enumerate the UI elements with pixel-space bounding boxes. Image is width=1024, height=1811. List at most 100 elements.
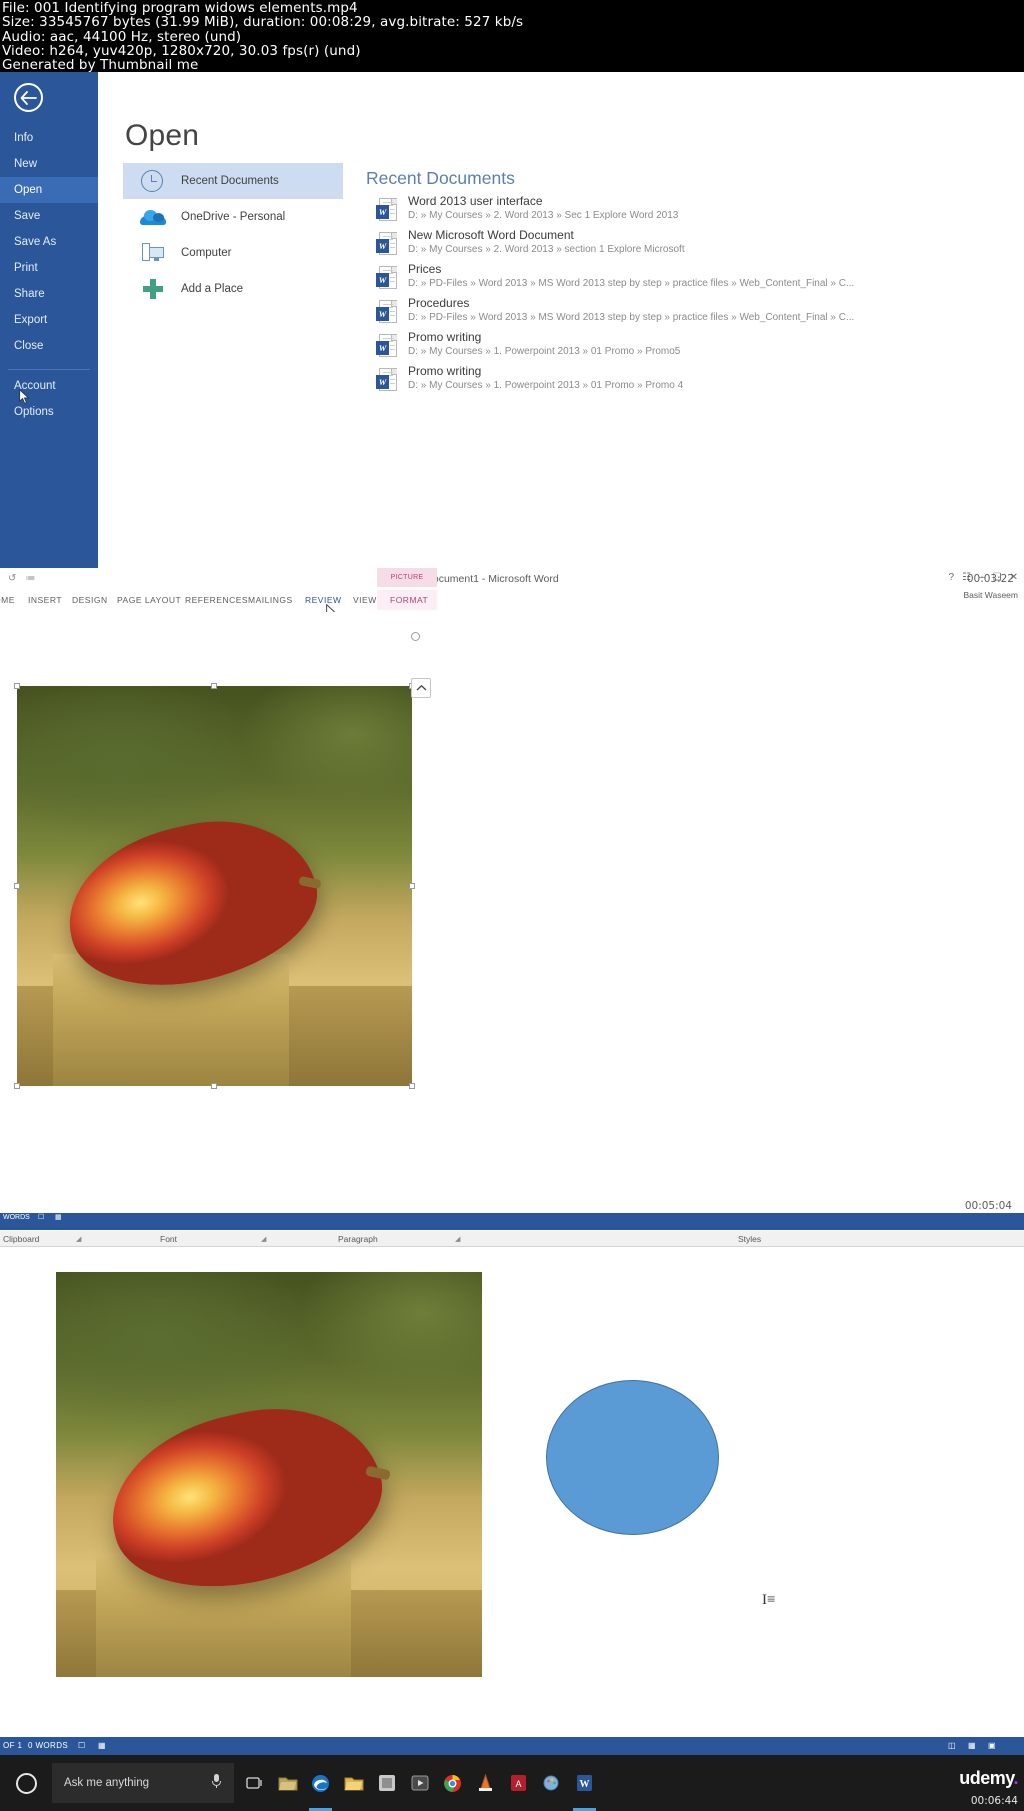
pdf-icon[interactable]: A (502, 1755, 535, 1811)
paint-icon[interactable] (535, 1755, 568, 1811)
svg-text:A: A (515, 1779, 521, 1789)
word-document-icon: W (376, 334, 398, 359)
window-title: Document1 - Microsoft Word (425, 573, 559, 585)
backstage-main-pane: Open Recent Documents OneDrive - Persona… (98, 72, 1024, 568)
microphone-icon[interactable] (212, 1774, 221, 1788)
video-metadata-header: File: 001 Identifying program widows ele… (0, 0, 1024, 72)
word-icon[interactable]: W (568, 1755, 601, 1811)
help-icon[interactable]: ? (949, 572, 955, 583)
ribbon-tabs: OME INSERT DESIGN PAGE LAYOUT REFERENCES… (0, 590, 1024, 610)
search-placeholder: Ask me anything (64, 1777, 150, 1789)
blue-ellipse-shape[interactable] (546, 1380, 719, 1535)
tab-view[interactable]: VIEW (353, 590, 377, 610)
word-document-icon: W (376, 368, 398, 393)
recent-doc-name: Procedures (408, 296, 470, 310)
status-word-count[interactable]: 0 WORDS (28, 1737, 68, 1755)
tab-mailings[interactable]: MAILINGS (248, 590, 293, 610)
search-input[interactable]: Ask me anything (52, 1763, 234, 1803)
web-layout-icon[interactable]: ▣ (988, 1737, 996, 1755)
sidebar-item-new[interactable]: New (0, 151, 98, 177)
tab-format[interactable]: FORMAT (390, 590, 428, 610)
windows-taskbar: Ask me anything A W 00:06:44 udemy. (0, 1755, 1024, 1811)
recent-doc-name: Promo writing (408, 364, 482, 378)
meta-file-line: File: 001 Identifying program widows ele… (2, 0, 358, 16)
account-user-name[interactable]: Basit Waseem (964, 590, 1018, 600)
list-item[interactable]: W New Microsoft Word Document D: » My Co… (376, 228, 946, 262)
place-recent-documents[interactable]: Recent Documents (123, 163, 343, 199)
meta-audio-line: Audio: aac, 44100 Hz, stereo (und) (2, 28, 242, 45)
sidebar-item-account[interactable]: Account (0, 373, 98, 399)
dialog-launcher-paragraph[interactable]: ◢ (455, 1235, 460, 1243)
place-add-a-place[interactable]: Add a Place (123, 271, 343, 307)
backstage-sidebar: Info New Open Save Save As Print Share E… (0, 72, 98, 568)
sidebar-item-print[interactable]: Print (0, 255, 98, 281)
sidebar-item-save-as[interactable]: Save As (0, 229, 98, 255)
task-view-icon[interactable] (238, 1755, 271, 1811)
video-timer-top: 00:03:22 (966, 573, 1014, 585)
I-beam-text-cursor: I≡ (762, 1592, 776, 1608)
layout-options-icon[interactable] (411, 678, 431, 698)
language-icon[interactable]: ▦ (98, 1737, 106, 1755)
resize-handle-s[interactable] (211, 1083, 217, 1089)
places-list: Recent Documents OneDrive - Personal Com… (123, 163, 343, 307)
print-layout-icon[interactable]: ▦ (968, 1737, 976, 1755)
sidebar-item-save[interactable]: Save (0, 203, 98, 229)
rotate-handle[interactable] (411, 632, 420, 641)
sidebar-item-share[interactable]: Share (0, 281, 98, 307)
cone-icon[interactable] (469, 1755, 502, 1811)
resize-handle-se[interactable] (409, 1083, 415, 1089)
recent-doc-name: New Microsoft Word Document (408, 228, 574, 242)
list-item[interactable]: W Procedures D: » PD-Files » Word 2013 »… (376, 296, 946, 330)
tab-design[interactable]: DESIGN (72, 590, 108, 610)
document-page[interactable] (0, 1248, 1024, 1753)
media-icon[interactable] (403, 1755, 436, 1811)
svg-text:W: W (580, 1779, 590, 1790)
list-item[interactable]: W Prices D: » PD-Files » Word 2013 » MS … (376, 262, 946, 296)
ribbon-group-labels: Clipboard ◢ Font ◢ Paragraph ◢ Styles (0, 1231, 1024, 1247)
video-timer-mid: 00:05:04 (964, 1200, 1012, 1212)
tab-page-layout[interactable]: PAGE LAYOUT (117, 590, 181, 610)
mouse-cursor (19, 389, 30, 405)
group-label-paragraph: Paragraph (338, 1234, 378, 1244)
tab-references[interactable]: REFERENCES (185, 590, 248, 610)
list-item[interactable]: W Word 2013 user interface D: » My Cours… (376, 194, 946, 228)
resize-handle-w[interactable] (14, 883, 20, 889)
folder-icon[interactable] (337, 1755, 370, 1811)
plus-icon (139, 276, 169, 302)
sidebar-item-open[interactable]: Open (0, 177, 98, 203)
place-onedrive-personal[interactable]: OneDrive - Personal (123, 199, 343, 235)
recent-doc-path: D: » PD-Files » Word 2013 » MS Word 2013… (408, 312, 855, 323)
status-bar: OF 1 0 WORDS ☐ ▦ ◫ ▦ ▣ (0, 1737, 1024, 1755)
resize-handle-e[interactable] (409, 883, 415, 889)
mango-image-selected[interactable] (17, 686, 412, 1086)
word-window-middle: ↺ ≔ Document1 - Microsoft Word ? ☷ – ❑ ✕… (0, 568, 1024, 1228)
mango-image[interactable] (56, 1272, 482, 1677)
file-explorer-folder-icon[interactable] (271, 1755, 304, 1811)
resize-handle-nw[interactable] (14, 683, 20, 689)
taskbar-items: A W (238, 1755, 601, 1811)
proofing-icon[interactable]: ☐ (78, 1737, 86, 1755)
sidebar-item-close[interactable]: Close (0, 333, 98, 359)
tab-insert[interactable]: INSERT (28, 590, 62, 610)
dialog-launcher-font[interactable]: ◢ (261, 1235, 266, 1243)
group-label-clipboard: Clipboard (3, 1234, 40, 1244)
edge-icon[interactable] (304, 1755, 337, 1811)
sidebar-item-info[interactable]: Info (0, 125, 98, 151)
chrome-icon[interactable] (436, 1755, 469, 1811)
place-computer[interactable]: Computer (123, 235, 343, 271)
sidebar-item-export[interactable]: Export (0, 307, 98, 333)
word-document-icon: W (376, 232, 398, 257)
resize-handle-n[interactable] (211, 683, 217, 689)
tab-home[interactable]: OME (0, 590, 15, 610)
back-arrow-icon[interactable] (14, 83, 43, 112)
list-item[interactable]: W Promo writing D: » My Courses » 1. Pow… (376, 330, 946, 364)
resize-handle-sw[interactable] (14, 1083, 20, 1089)
cortana-circle-icon[interactable] (6, 1763, 46, 1803)
clock-icon (139, 168, 169, 194)
sidebar-item-options[interactable]: Options (0, 399, 98, 425)
store-icon[interactable] (370, 1755, 403, 1811)
word-document-icon: W (376, 300, 398, 325)
dialog-launcher-clipboard[interactable]: ◢ (76, 1235, 81, 1243)
list-item[interactable]: W Promo writing D: » My Courses » 1. Pow… (376, 364, 946, 398)
read-mode-icon[interactable]: ◫ (948, 1737, 956, 1755)
